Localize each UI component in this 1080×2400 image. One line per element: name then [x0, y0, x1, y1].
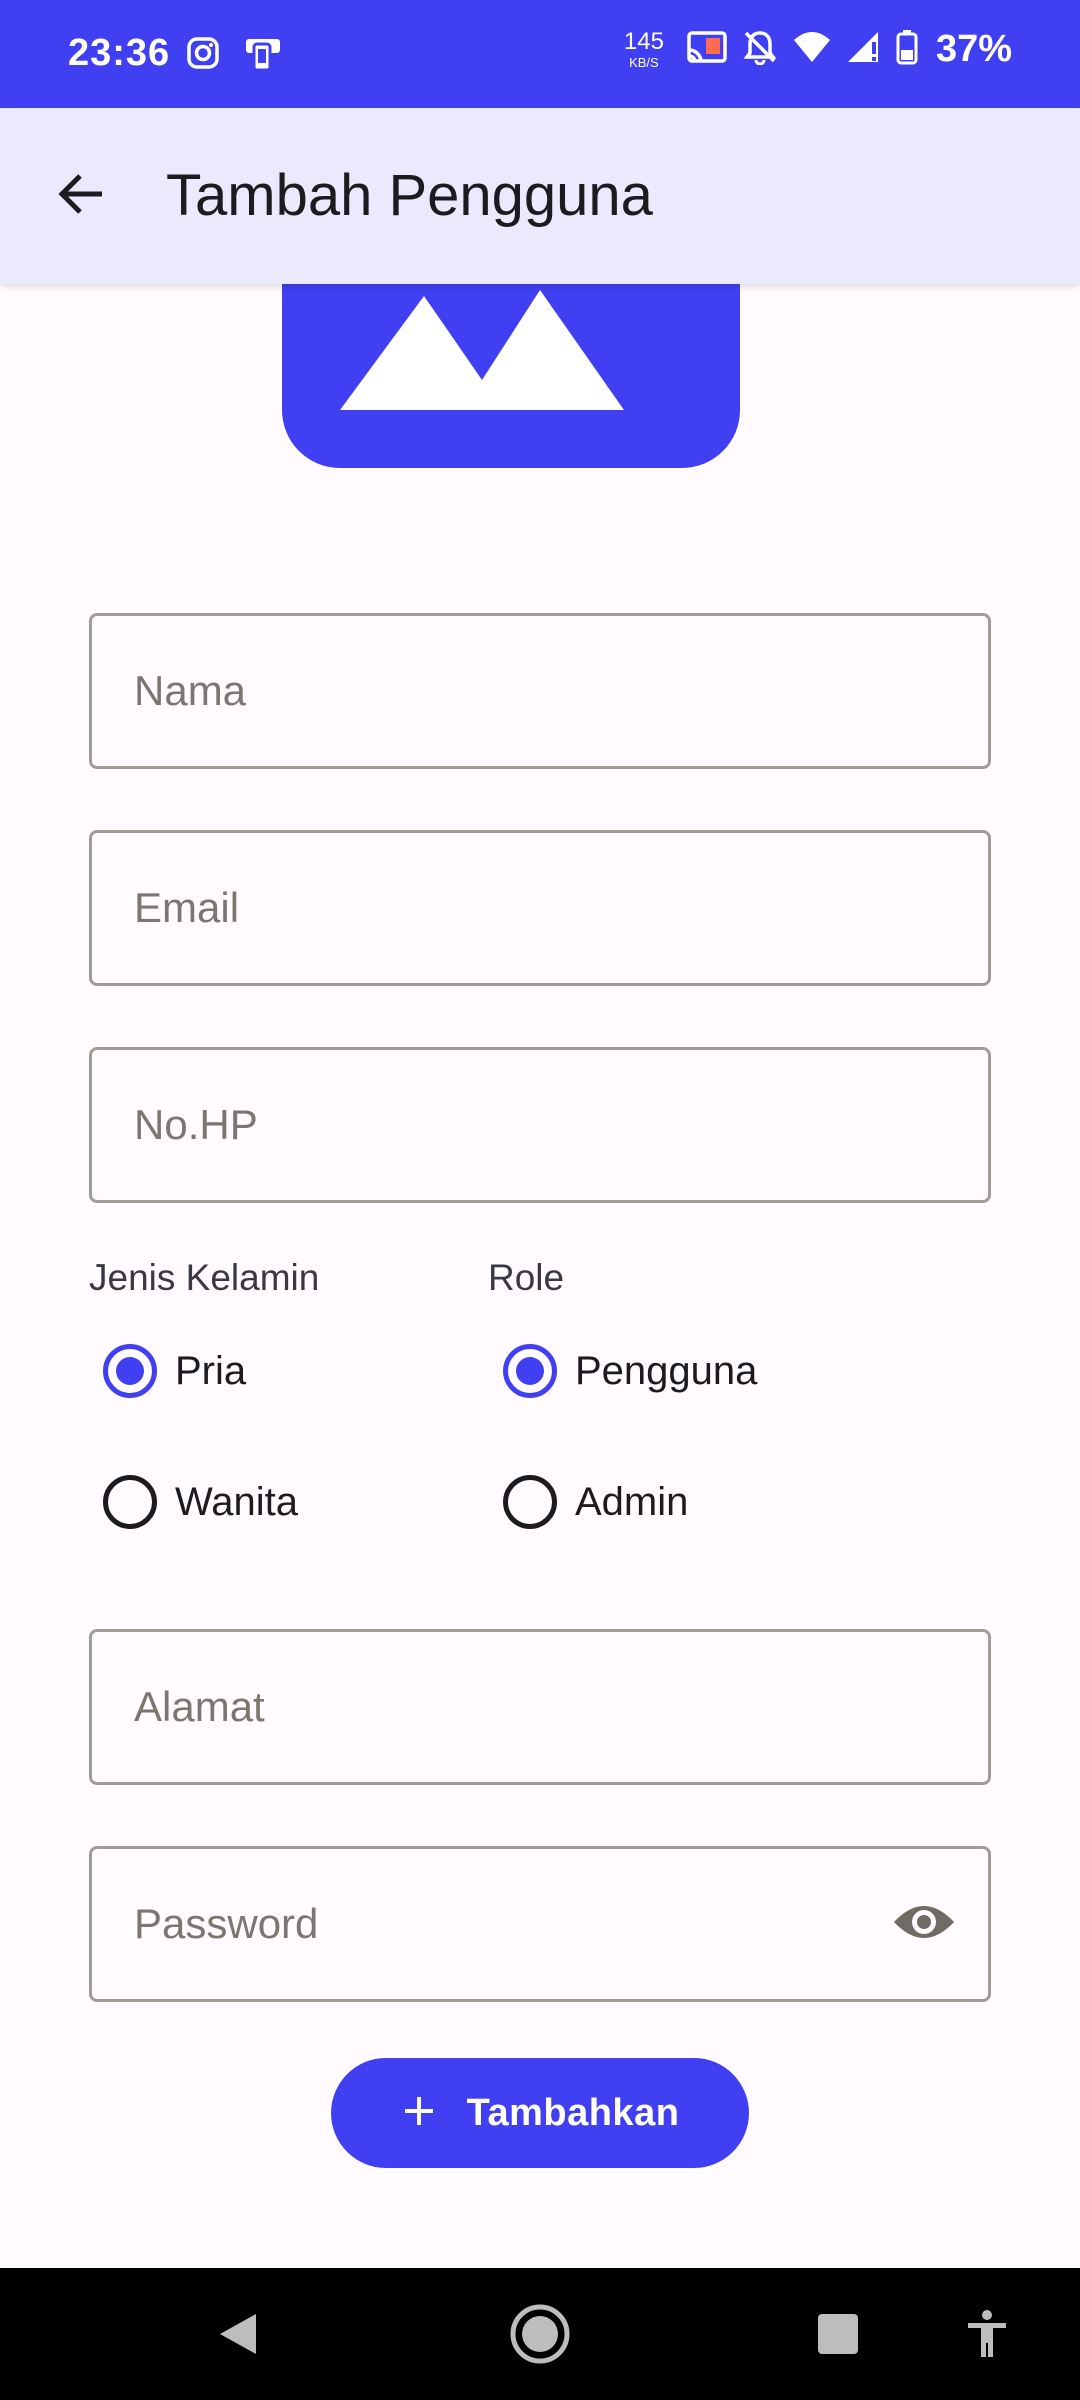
- role-label: Role: [488, 1257, 565, 1298]
- toggle-password-visibility-button[interactable]: [892, 1892, 956, 1956]
- password-placeholder: Password: [134, 1900, 319, 1947]
- back-button[interactable]: [40, 154, 124, 238]
- notifications-off-icon: [742, 29, 778, 70]
- radio-unchecked-icon: [103, 1475, 157, 1529]
- nav-home-button[interactable]: [508, 2304, 572, 2368]
- email-field[interactable]: Email: [89, 830, 991, 986]
- wifi-icon: [792, 30, 832, 69]
- nav-recents-button[interactable]: [806, 2304, 870, 2368]
- gender-option-pria[interactable]: Pria: [103, 1326, 246, 1416]
- nav-back-button[interactable]: [206, 2304, 270, 2368]
- nav-accessibility-button[interactable]: [955, 2304, 1019, 2368]
- role-option-pengguna[interactable]: Pengguna: [503, 1326, 757, 1416]
- email-placeholder: Email: [134, 884, 240, 931]
- radio-checked-icon: [103, 1344, 157, 1398]
- cast-icon: [686, 30, 728, 69]
- add-icon: [401, 2093, 437, 2134]
- status-system-icons: 145 KB/S 37%: [624, 28, 1012, 71]
- password-field[interactable]: Password: [89, 1846, 991, 2002]
- system-navigation-bar: [0, 2268, 1080, 2400]
- alamat-field[interactable]: Alamat: [89, 1629, 991, 1785]
- instagram-icon: [186, 36, 220, 77]
- nama-placeholder: Nama: [134, 667, 247, 714]
- nav-back-icon: [216, 2310, 260, 2363]
- page-title: Tambah Pengguna: [166, 163, 653, 228]
- status-bar: 23:36 145 KB/S 37%: [0, 0, 1080, 108]
- network-speed-unit: KB/S: [629, 55, 659, 70]
- status-notification-icons: [186, 36, 284, 77]
- role-option-label: Admin: [575, 1479, 689, 1524]
- network-speed: 145 KB/S: [623, 28, 664, 70]
- phone-placeholder: No.HP: [134, 1101, 258, 1148]
- gender-label: Jenis Kelamin: [89, 1257, 320, 1298]
- battery-percent: 37%: [935, 28, 1012, 70]
- radio-unchecked-icon: [503, 1475, 557, 1529]
- phone-field[interactable]: No.HP: [89, 1047, 991, 1203]
- network-speed-value: 145: [623, 28, 664, 55]
- radio-checked-icon: [503, 1344, 557, 1398]
- accessibility-icon: [965, 2309, 1009, 2364]
- gender-option-label: Pria: [175, 1348, 247, 1393]
- tambahkan-button[interactable]: Tambahkan: [331, 2058, 749, 2168]
- alamat-placeholder: Alamat: [134, 1683, 265, 1730]
- phone-link-icon: [244, 36, 284, 77]
- status-time: 23:36: [68, 32, 171, 74]
- arrow-back-icon: [56, 168, 108, 225]
- tambahkan-label: Tambahkan: [466, 2091, 680, 2134]
- cell-signal-icon: [846, 30, 882, 69]
- app-bar: Tambah Pengguna: [0, 108, 1080, 284]
- battery-icon: [896, 29, 918, 70]
- gender-option-wanita[interactable]: Wanita: [103, 1457, 298, 1547]
- role-option-label: Pengguna: [575, 1348, 758, 1393]
- screen: 23:36 145 KB/S 37% Tambah Pengguna Nama …: [0, 0, 1080, 2400]
- nav-recents-icon: [816, 2312, 860, 2361]
- role-option-admin[interactable]: Admin: [503, 1457, 688, 1547]
- nama-field[interactable]: Nama: [89, 613, 991, 769]
- gender-option-label: Wanita: [175, 1479, 299, 1524]
- eye-icon: [892, 1900, 956, 1949]
- nav-home-icon: [509, 2303, 571, 2370]
